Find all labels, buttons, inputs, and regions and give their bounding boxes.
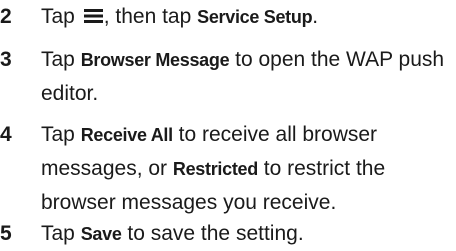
step-number: 5 [0,222,12,245]
keyword-restricted: Restricted [172,159,258,179]
step-number: 2 [0,5,12,28]
step-text-segment: Tap [41,5,81,28]
step-text-segment: Tap [41,222,81,245]
step-text-segment: , then tap [103,5,198,28]
step-text-segment: to save the setting. [121,222,304,245]
step-text-segment: editor. [41,82,99,105]
step-text-segment: . [312,5,319,28]
menu-icon [83,9,103,23]
keyword-save: Save [80,224,122,244]
step-text-segment: to open the WAP push [229,48,445,71]
step-text-segment: browser messages you receive. [41,191,337,214]
keyword-browser-message: Browser Message [80,50,230,70]
step-number: 4 [0,123,12,146]
step-text: Tap , then tap Service Setup. [41,0,456,34]
step-number: 3 [0,48,12,71]
step-text-segment: messages, or [41,157,173,180]
keyword-receive-all: Receive All [80,125,173,145]
step-text-segment: to restrict the [257,157,386,180]
step-text-segment: to receive all browser [172,123,378,146]
step-text: Tap Browser Message to open the WAP push… [41,43,456,110]
step-text: Tap Save to save the setting. [41,217,456,251]
keyword-service-setup: Service Setup [197,7,313,27]
step-text-segment: Tap [41,48,81,71]
step-text: Tap Receive All to receive all browser me… [41,118,456,219]
step-text-segment: Tap [41,123,81,146]
